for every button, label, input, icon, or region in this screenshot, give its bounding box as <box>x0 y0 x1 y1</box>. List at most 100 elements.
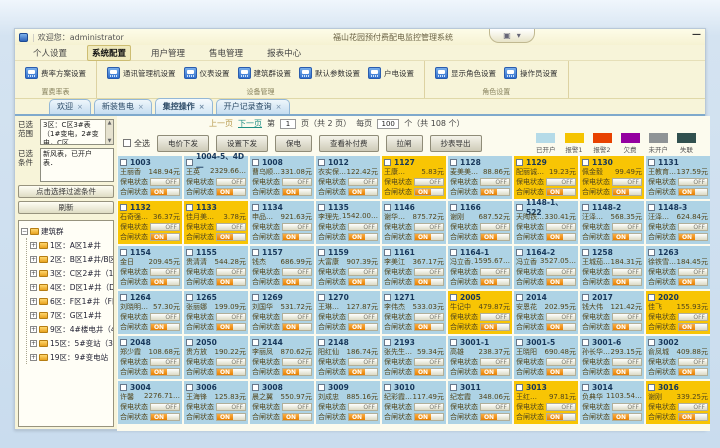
power-protect-toggle[interactable]: OFF <box>414 313 444 321</box>
room-card[interactable]: 3001-5王晓阳690.48元保电状态OFF合闸状态ON <box>514 336 578 379</box>
select-checkbox[interactable] <box>648 249 655 256</box>
power-protect-toggle[interactable]: OFF <box>348 223 378 231</box>
switch-state-toggle[interactable]: ON <box>612 413 642 421</box>
select-checkbox[interactable] <box>318 339 325 346</box>
room-card[interactable]: 1134申品…921.63元保电状态OFF合闸状态ON <box>250 201 314 244</box>
prev-page-link[interactable]: 上一页 <box>209 118 233 129</box>
power-protect-toggle[interactable]: OFF <box>480 178 510 186</box>
collapse-icon[interactable]: − <box>21 228 28 235</box>
tab-active[interactable]: 集控操作× <box>155 98 213 114</box>
switch-state-toggle[interactable]: ON <box>546 323 576 331</box>
power-protect-toggle[interactable]: OFF <box>348 403 378 411</box>
room-card[interactable]: 1148-2汪泽…568.35元保电状态OFF合闸状态ON <box>580 201 644 244</box>
select-checkbox[interactable] <box>648 159 655 166</box>
switch-state-toggle[interactable]: ON <box>216 233 246 241</box>
room-card[interactable]: 1012衣实保…122.42元保电状态OFF合闸状态ON <box>316 156 380 199</box>
tree-item[interactable]: +1区：A区1#井 <box>30 238 111 252</box>
select-checkbox[interactable] <box>450 294 457 301</box>
switch-state-toggle[interactable]: ON <box>546 368 576 376</box>
room-card[interactable]: 3010纪彩霞…117.49元保电状态OFF合闸状态ON <box>382 381 446 424</box>
room-card[interactable]: 3014负典华1103.54…保电状态OFF合闸状态ON <box>580 381 644 424</box>
select-checkbox[interactable] <box>120 159 127 166</box>
select-checkbox[interactable] <box>186 159 193 166</box>
switch-state-toggle[interactable]: ON <box>282 278 312 286</box>
select-checkbox[interactable] <box>252 159 259 166</box>
switch-state-toggle[interactable]: ON <box>546 233 576 241</box>
room-card[interactable]: 1003王丽香148.94元保电状态OFF合闸状态ON <box>118 156 182 199</box>
power-protect-toggle[interactable]: OFF <box>348 358 378 366</box>
tree-item[interactable]: +15区：5#变站（3# <box>30 336 111 350</box>
power-protect-toggle[interactable]: OFF <box>216 223 246 231</box>
select-checkbox[interactable] <box>582 294 589 301</box>
tree-item[interactable]: +2区：B区1#井/B区1 <box>30 252 111 266</box>
select-checkbox[interactable] <box>318 249 325 256</box>
menu-item[interactable]: 报表中心 <box>263 46 305 60</box>
select-checkbox[interactable] <box>252 294 259 301</box>
restore-icon[interactable]: ▣ <box>503 31 511 40</box>
room-card[interactable]: 3001-6孙长华…293.15元保电状态OFF合闸状态ON <box>580 336 644 379</box>
power-protect-toggle[interactable]: OFF <box>150 223 180 231</box>
room-card[interactable]: 1130佩金毅99.49元保电状态OFF合闸状态ON <box>580 156 644 199</box>
switch-state-toggle[interactable]: ON <box>414 278 444 286</box>
selected-range-box[interactable]: 3区：C区3#表（1#变电，2#变电，C区… ▲▼ <box>40 119 114 145</box>
room-card[interactable]: 1128麦美美…88.86元保电状态OFF合闸状态ON <box>448 156 512 199</box>
room-card[interactable]: 2005牛记中479.87元保电状态OFF合闸状态ON <box>448 291 512 334</box>
select-checkbox[interactable] <box>648 384 655 391</box>
room-card[interactable]: 3013王红…97.81元保电状态OFF合闸状态ON <box>514 381 578 424</box>
room-card[interactable]: 1131王教育…137.59元保电状态OFF合闸状态ON <box>646 156 710 199</box>
select-checkbox[interactable] <box>120 294 127 301</box>
power-protect-toggle[interactable]: OFF <box>546 313 576 321</box>
switch-state-toggle[interactable]: ON <box>150 323 180 331</box>
switch-state-toggle[interactable]: ON <box>612 233 642 241</box>
select-checkbox[interactable] <box>648 339 655 346</box>
tree-item[interactable]: +4区：D区1#井（D区 <box>30 280 111 294</box>
select-checkbox[interactable] <box>252 339 259 346</box>
switch-state-toggle[interactable]: ON <box>414 323 444 331</box>
tree-item[interactable]: +3区：C区2#井（1# <box>30 266 111 280</box>
select-checkbox[interactable] <box>582 339 589 346</box>
power-protect-toggle[interactable]: OFF <box>678 223 708 231</box>
switch-state-toggle[interactable]: ON <box>612 188 642 196</box>
select-checkbox[interactable] <box>252 204 259 211</box>
power-protect-toggle[interactable]: OFF <box>150 268 180 276</box>
switch-state-toggle[interactable]: ON <box>348 278 378 286</box>
power-protect-toggle[interactable]: OFF <box>414 223 444 231</box>
expand-icon[interactable]: + <box>30 354 37 361</box>
power-protect-toggle[interactable]: OFF <box>480 313 510 321</box>
select-checkbox[interactable] <box>648 204 655 211</box>
room-card[interactable]: 1271李伟杰533.03元保电状态OFF合闸状态ON <box>382 291 446 334</box>
room-card[interactable]: 1155贵清清544.28元保电状态OFF合闸状态ON <box>184 246 248 289</box>
room-card[interactable]: 2020佳飞155.93元保电状态OFF合闸状态ON <box>646 291 710 334</box>
switch-state-toggle[interactable]: ON <box>216 368 246 376</box>
switch-state-toggle[interactable]: ON <box>678 233 708 241</box>
power-protect-toggle[interactable]: OFF <box>612 223 642 231</box>
power-protect-toggle[interactable]: OFF <box>150 178 180 186</box>
power-protect-toggle[interactable]: OFF <box>480 223 510 231</box>
select-checkbox[interactable] <box>648 294 655 301</box>
expand-icon[interactable]: + <box>30 284 37 291</box>
switch-state-toggle[interactable]: ON <box>480 368 510 376</box>
switch-state-toggle[interactable]: ON <box>216 188 246 196</box>
action-button[interactable]: 查看补付费 <box>319 135 379 152</box>
power-protect-toggle[interactable]: OFF <box>414 268 444 276</box>
power-protect-toggle[interactable]: OFF <box>216 313 246 321</box>
power-protect-toggle[interactable]: OFF <box>216 358 246 366</box>
select-checkbox[interactable] <box>582 249 589 256</box>
expand-icon[interactable]: + <box>30 326 37 333</box>
switch-state-toggle[interactable]: ON <box>282 323 312 331</box>
power-protect-toggle[interactable]: OFF <box>216 268 246 276</box>
switch-state-toggle[interactable]: ON <box>612 368 642 376</box>
action-button[interactable]: 电价下发 <box>157 135 209 152</box>
room-card[interactable]: 3004许馨2276.71…保电状态OFF合闸状态ON <box>118 381 182 424</box>
power-protect-toggle[interactable]: OFF <box>480 358 510 366</box>
room-card[interactable]: 2014安恩花202.95元保电状态OFF合闸状态ON <box>514 291 578 334</box>
room-card[interactable]: 3006王海锋125.83元保电状态OFF合闸状态ON <box>184 381 248 424</box>
ribbon-button[interactable]: 通讯管理机设置 <box>105 64 178 82</box>
room-card[interactable]: 3001-1高雄238.37元保电状态OFF合闸状态ON <box>448 336 512 379</box>
room-card[interactable]: 1127王康…5.83元保电状态OFF合闸状态ON <box>382 156 446 199</box>
switch-state-toggle[interactable]: ON <box>282 233 312 241</box>
power-protect-toggle[interactable]: OFF <box>612 358 642 366</box>
power-protect-toggle[interactable]: OFF <box>348 268 378 276</box>
power-protect-toggle[interactable]: OFF <box>150 403 180 411</box>
room-card[interactable]: 1269刘国华531.72元保电状态OFF合闸状态ON <box>250 291 314 334</box>
